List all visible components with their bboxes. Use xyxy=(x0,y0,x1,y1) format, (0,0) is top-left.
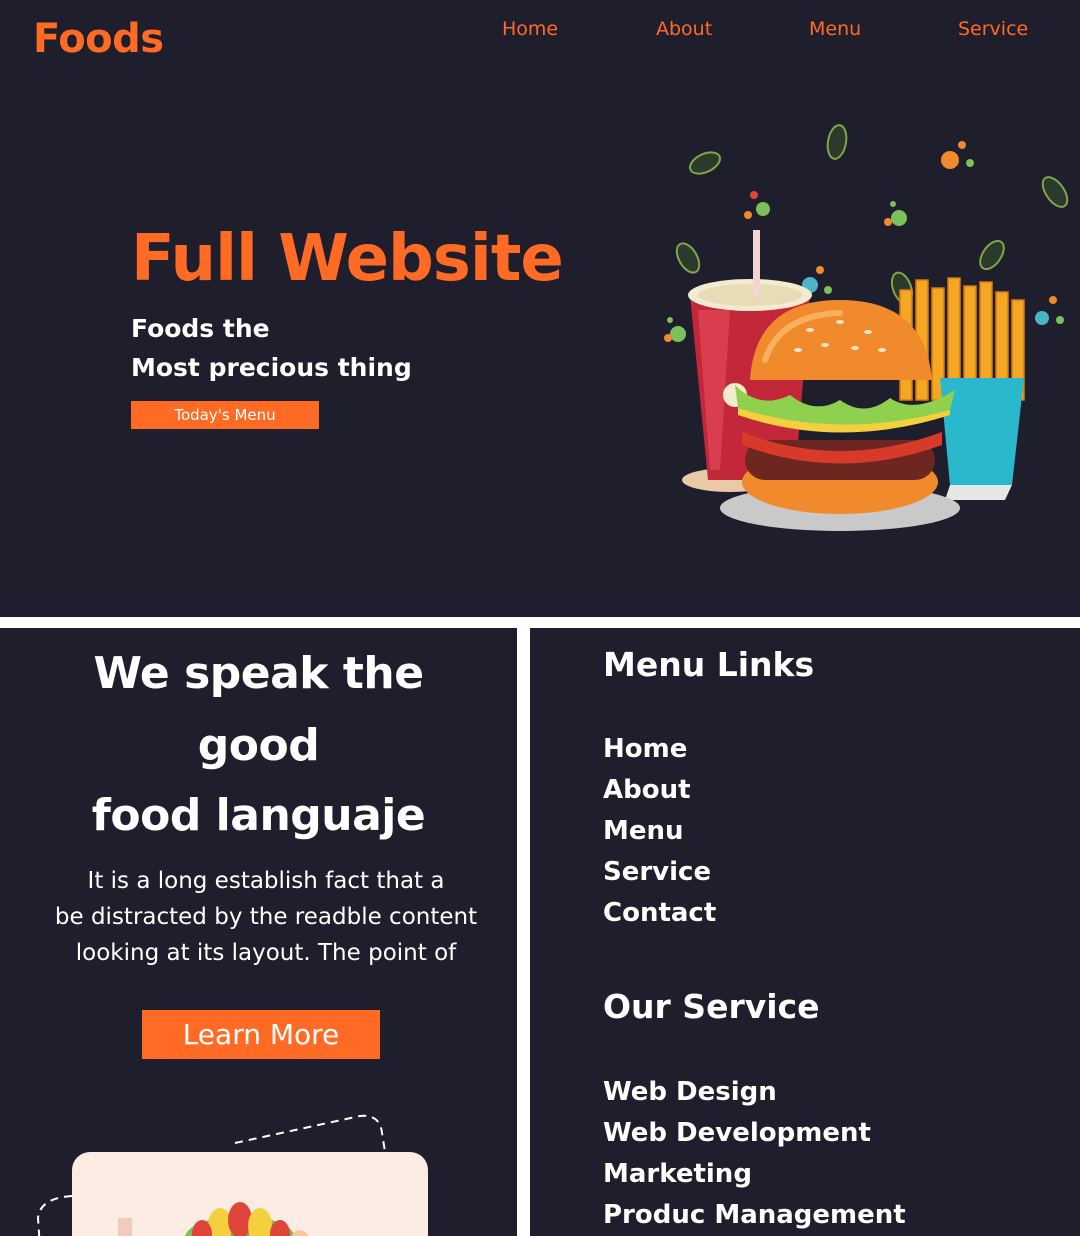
footer-link-service[interactable]: Service xyxy=(603,857,711,887)
burger-drink-fries-icon xyxy=(664,124,1069,531)
service-link-web-development[interactable]: Web Development xyxy=(603,1118,871,1148)
about-title-line1: We speak the xyxy=(93,648,424,699)
our-service-heading: Our Service xyxy=(603,987,820,1026)
site-logo[interactable]: Foods xyxy=(33,16,164,62)
about-title-line3: food languaje xyxy=(91,790,426,841)
hero-section: Foods Home About Menu Service Full Websi… xyxy=(0,0,1080,617)
nav-about[interactable]: About xyxy=(656,18,712,40)
hero-title: Full Website xyxy=(131,222,564,296)
about-title-line2: good xyxy=(197,720,320,771)
nav-service[interactable]: Service xyxy=(958,18,1028,40)
footer-link-about[interactable]: About xyxy=(603,775,691,805)
hero-subtitle-line2: Most precious thing xyxy=(131,353,412,382)
footer-link-contact[interactable]: Contact xyxy=(603,898,716,928)
food-card-icon xyxy=(36,1114,428,1236)
about-section: We speak the good food languaje It is a … xyxy=(0,628,517,1236)
footer-links-section: Menu Links Home About Menu Service Conta… xyxy=(530,628,1080,1236)
about-text-line1: It is a long establish fact that a xyxy=(87,868,445,894)
footer-link-menu[interactable]: Menu xyxy=(603,816,684,846)
service-link-web-design[interactable]: Web Design xyxy=(603,1077,777,1107)
menu-links-heading: Menu Links xyxy=(603,645,815,684)
todays-menu-button[interactable]: Today's Menu xyxy=(131,401,319,429)
nav-home[interactable]: Home xyxy=(502,18,558,40)
about-text-line2: be distracted by the readble content xyxy=(54,904,478,930)
panel-divider xyxy=(517,628,530,1236)
learn-more-button[interactable]: Learn More xyxy=(142,1010,380,1059)
section-gap xyxy=(0,617,1080,628)
about-text-line3: looking at its layout. The point of xyxy=(75,940,457,966)
nav-menu[interactable]: Menu xyxy=(809,18,861,40)
hero-subtitle-line1: Foods the xyxy=(131,314,270,343)
service-link-product-management[interactable]: Produc Management xyxy=(603,1200,906,1230)
footer-link-home[interactable]: Home xyxy=(603,734,687,764)
service-link-marketing[interactable]: Marketing xyxy=(603,1159,752,1189)
